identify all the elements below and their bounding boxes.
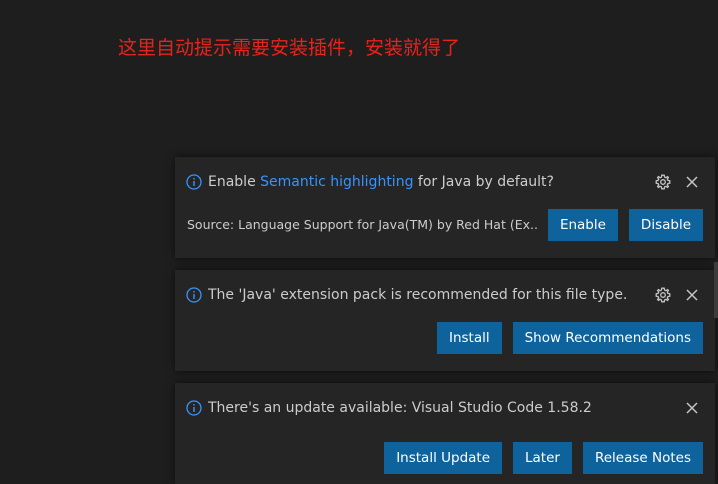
close-button[interactable]	[683, 399, 701, 417]
notification-semantic-highlighting: Enable Semantic highlighting for Java by…	[175, 157, 715, 258]
semantic-highlighting-link[interactable]: Semantic highlighting	[260, 174, 413, 190]
gear-icon	[655, 174, 671, 190]
notification-source: Source: Language Support for Java(TM) by…	[187, 217, 537, 232]
later-button[interactable]: Later	[513, 442, 572, 474]
close-icon	[686, 289, 698, 301]
close-icon	[686, 176, 698, 188]
notification-message: Enable Semantic highlighting for Java by…	[208, 172, 643, 192]
info-icon	[186, 287, 202, 303]
settings-button[interactable]	[654, 173, 672, 191]
close-button[interactable]	[683, 286, 701, 304]
release-notes-button[interactable]: Release Notes	[582, 442, 703, 474]
gear-icon	[655, 287, 671, 303]
notification-message: There's an update available: Visual Stud…	[208, 400, 592, 416]
show-recommendations-button[interactable]: Show Recommendations	[512, 322, 703, 354]
info-icon	[186, 400, 202, 416]
message-text: Enable	[208, 174, 261, 190]
notification-java-extension-pack: The 'Java' extension pack is recommended…	[175, 270, 715, 371]
install-button[interactable]: Install	[436, 322, 502, 354]
message-text: for Java by default?	[413, 174, 554, 190]
settings-button[interactable]	[654, 286, 672, 304]
disable-button[interactable]: Disable	[628, 209, 703, 241]
enable-button[interactable]: Enable	[547, 209, 618, 241]
annotation-text: 这里自动提示需要安装插件，安装就得了	[118, 37, 461, 59]
notification-update-available: There's an update available: Visual Stud…	[175, 383, 715, 484]
info-icon	[186, 174, 202, 190]
close-button[interactable]	[683, 173, 701, 191]
notification-message: The 'Java' extension pack is recommended…	[208, 287, 628, 303]
install-update-button[interactable]: Install Update	[384, 442, 503, 474]
close-icon	[686, 402, 698, 414]
scrollbar[interactable]	[714, 262, 718, 318]
